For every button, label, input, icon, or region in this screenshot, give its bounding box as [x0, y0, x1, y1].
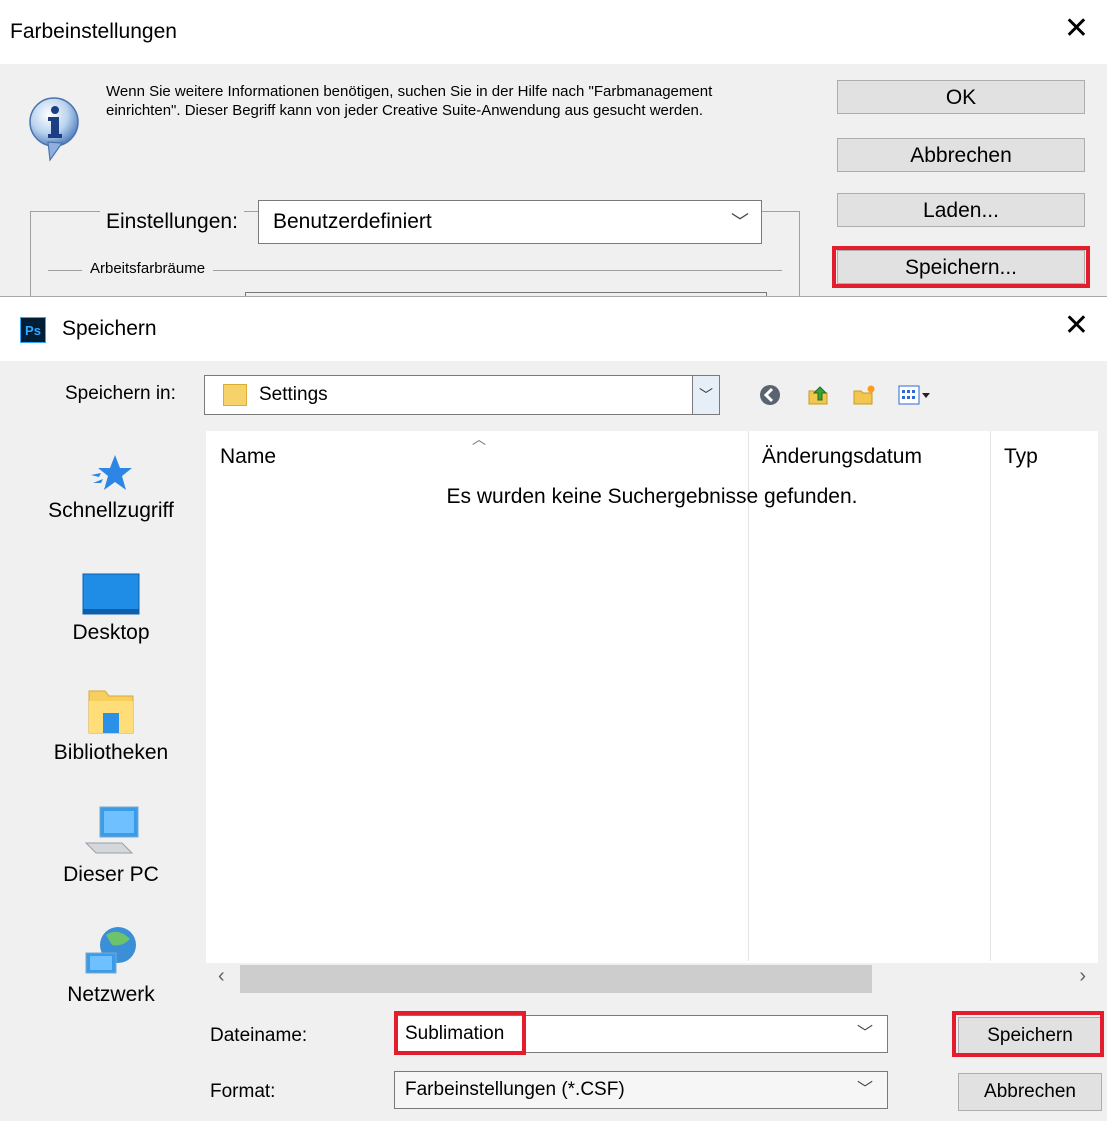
view-menu-icon[interactable] [898, 383, 932, 407]
format-select[interactable]: Farbeinstellungen (*.CSF) ﹀ [394, 1071, 888, 1109]
place-label: Bibliotheken [53, 741, 169, 764]
place-desktop[interactable]: Desktop [18, 573, 204, 645]
filename-value: Sublimation [405, 1023, 505, 1044]
workspaces-label: Arbeitsfarbräume [82, 260, 214, 277]
place-network[interactable]: Netzwerk [18, 925, 204, 1007]
column-divider[interactable] [990, 431, 991, 961]
save-in-combo[interactable]: Settings ﹀ [204, 375, 720, 415]
desktop-icon [82, 573, 140, 615]
filename-input[interactable]: Sublimation ﹀ [394, 1015, 888, 1053]
save-as-button[interactable]: Speichern... [837, 250, 1085, 284]
color-settings-titlebar: Farbeinstellungen ✕ [0, 0, 1107, 64]
chevron-down-icon: ﹀ [856, 1081, 873, 1098]
chevron-down-icon: ﹀ [731, 212, 749, 232]
computer-icon [84, 806, 139, 854]
save-in-value: Settings [259, 384, 328, 405]
file-list[interactable]: ︿ Name Änderungsdatum Typ Es wurden kein… [206, 431, 1098, 995]
places-bar: Schnellzugriff Desktop Bibliotheken Dies… [18, 431, 204, 1031]
settings-select-value: Benutzerdefiniert [273, 210, 432, 233]
place-label: Schnellzugriff [48, 499, 174, 522]
place-label: Dieser PC [63, 863, 159, 886]
format-label: Format: [210, 1081, 276, 1102]
column-header-date[interactable]: Änderungsdatum [762, 445, 922, 469]
place-quick-access[interactable]: Schnellzugriff [18, 453, 204, 523]
place-libraries[interactable]: Bibliotheken [18, 687, 204, 765]
save-dialog: Ps Speichern ✕ Speichern in: Settings ﹀ … [0, 296, 1107, 1121]
libraries-icon [88, 690, 134, 734]
color-settings-dialog: Farbeinstellungen ✕ Wenn Sie weitere Inf… [0, 0, 1107, 311]
info-icon [29, 97, 79, 162]
column-header-name[interactable]: Name [220, 445, 276, 469]
place-this-pc[interactable]: Dieser PC [18, 805, 204, 887]
scrollbar-thumb[interactable] [240, 965, 872, 993]
sort-caret-icon: ︿ [472, 431, 486, 447]
cancel-button[interactable]: Abbrechen [837, 138, 1085, 172]
scroll-right-icon[interactable]: › [1079, 965, 1086, 988]
column-divider[interactable] [748, 431, 749, 961]
save-button[interactable]: Speichern [958, 1017, 1102, 1055]
empty-message: Es wurden keine Suchergebnisse gefunden. [446, 485, 858, 508]
place-label: Netzwerk [67, 983, 155, 1006]
horizontal-scrollbar[interactable]: ‹ › [206, 963, 1098, 995]
save-in-label: Speichern in: [65, 383, 176, 404]
star-icon [91, 455, 132, 490]
ok-button[interactable]: OK [837, 80, 1085, 114]
chevron-down-icon[interactable]: ﹀ [692, 376, 719, 414]
filename-label: Dateiname: [210, 1025, 308, 1046]
info-text: Wenn Sie weitere Informationen benötigen… [106, 83, 713, 119]
settings-label: Einstellungen: [100, 210, 244, 234]
network-icon [85, 927, 136, 974]
scroll-left-icon[interactable]: ‹ [218, 965, 225, 988]
save-dialog-titlebar: Ps Speichern ✕ [0, 297, 1107, 361]
back-icon[interactable] [758, 383, 782, 407]
close-icon[interactable]: ✕ [1064, 14, 1089, 44]
save-dialog-title: Speichern [62, 317, 157, 340]
photoshop-icon: Ps [20, 317, 46, 343]
column-header-type[interactable]: Typ [1004, 445, 1038, 469]
cancel-button[interactable]: Abbrechen [958, 1073, 1102, 1111]
color-settings-title: Farbeinstellungen [10, 20, 177, 43]
folder-icon [223, 384, 247, 406]
load-button[interactable]: Laden... [837, 193, 1085, 227]
close-icon[interactable]: ✕ [1064, 311, 1089, 341]
chevron-down-icon[interactable]: ﹀ [857, 1016, 873, 1052]
new-folder-icon[interactable] [852, 383, 876, 407]
place-label: Desktop [72, 621, 150, 644]
up-folder-icon[interactable] [806, 383, 830, 407]
format-value: Farbeinstellungen (*.CSF) [405, 1079, 625, 1100]
settings-select[interactable]: Benutzerdefiniert ﹀ [258, 200, 762, 244]
